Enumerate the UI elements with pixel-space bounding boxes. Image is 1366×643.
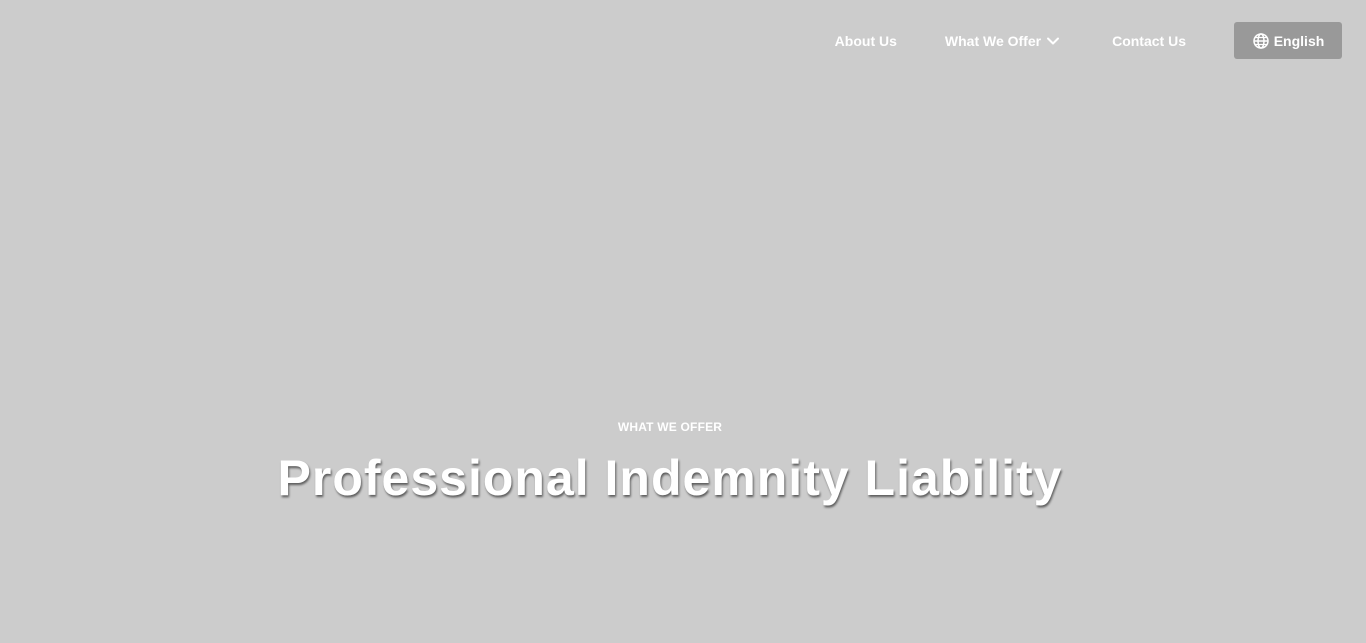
hero-eyebrow: WHAT WE OFFER [617, 420, 723, 434]
page: About Us What We Offer Contact Us Englis… [0, 0, 1366, 643]
hero-section: WHAT WE OFFER Professional Indemnity Lia… [0, 419, 1366, 507]
globe-icon [1252, 32, 1270, 50]
top-navigation: About Us What We Offer Contact Us Englis… [835, 22, 1342, 59]
nav-what-we-offer-dropdown[interactable]: What We Offer [945, 33, 1060, 49]
chevron-down-icon [1046, 34, 1060, 48]
language-label: English [1273, 32, 1325, 49]
hero-title: Professional Indemnity Liability [277, 450, 1063, 506]
nav-about-us-label: About Us [834, 32, 897, 49]
nav-contact-us-label: Contact Us [1112, 32, 1186, 49]
nav-what-we-offer-label: What We Offer [944, 32, 1042, 49]
nav-contact-us-link[interactable]: Contact Us [1112, 33, 1186, 49]
nav-about-us-link[interactable]: About Us [835, 33, 897, 49]
language-selector-button[interactable]: English [1234, 22, 1342, 59]
